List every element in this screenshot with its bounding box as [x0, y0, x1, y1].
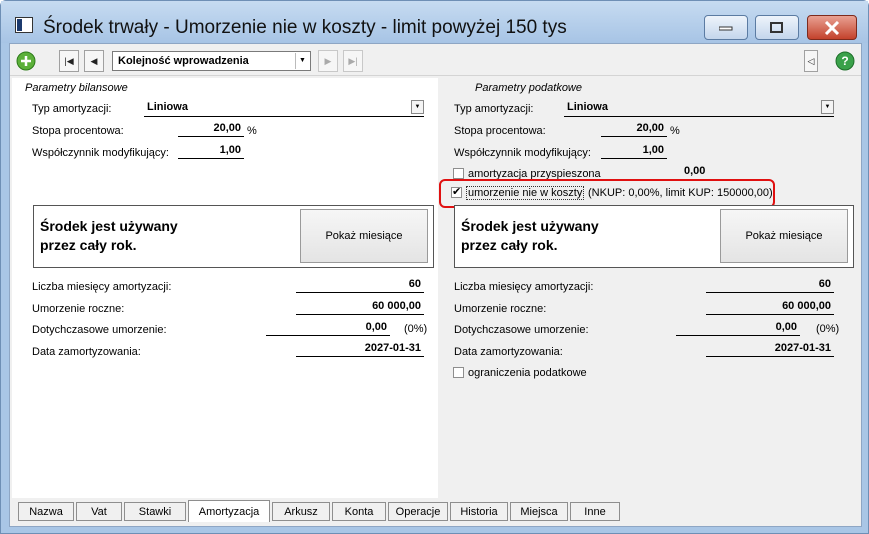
- tab-arkusz[interactable]: Arkusz: [272, 502, 330, 521]
- help-button[interactable]: ?: [835, 51, 855, 71]
- tax-annual-label: Umorzenie roczne:: [454, 303, 547, 315]
- tab-historia[interactable]: Historia: [450, 502, 508, 521]
- accelerated-value: 0,00: [684, 165, 706, 177]
- tab-amortyzacja[interactable]: Amortyzacja: [188, 500, 270, 522]
- prev-record-button[interactable]: ◀: [84, 50, 104, 72]
- toolbar: |◀ ◀ Kolejność wprowadzenia ▼ ▶ ▶| ◁ ?: [10, 44, 861, 76]
- tax-current-label: Dotychczasowe umorzenie:: [454, 324, 589, 336]
- bil-usage-text-2: przez cały rok.: [40, 237, 137, 253]
- tax-date-field[interactable]: 2027-01-31: [706, 342, 834, 357]
- tax-annual-field[interactable]: 60 000,00: [706, 300, 834, 315]
- tax-show-months-button[interactable]: Pokaż miesiące: [720, 209, 848, 263]
- collapse-panel-button[interactable]: ◁: [804, 50, 818, 72]
- tax-coef-label: Współczynnik modyfikujący:: [454, 147, 591, 159]
- bil-annual-label: Umorzenie roczne:: [32, 303, 125, 315]
- bil-type-label: Typ amortyzacji:: [32, 103, 112, 115]
- first-record-button[interactable]: |◀: [59, 50, 79, 72]
- window-title: Środek trwały - Umorzenie nie w koszty -…: [43, 17, 567, 38]
- tax-months-field[interactable]: 60: [706, 278, 834, 293]
- tab-konta[interactable]: Konta: [332, 502, 386, 521]
- tax-current-field[interactable]: 0,00: [676, 321, 800, 336]
- bil-coef-field[interactable]: 1,00: [178, 144, 244, 159]
- minimize-button[interactable]: [704, 15, 748, 40]
- last-record-button[interactable]: ▶|: [343, 50, 363, 72]
- arrow-left-icon: ◁: [807, 55, 815, 66]
- tab-miejsca[interactable]: Miejsca: [510, 502, 568, 521]
- tax-params-panel: Parametry podatkowe Typ amortyzacji: Lin…: [438, 78, 858, 498]
- chevron-down-icon: ▼: [295, 53, 309, 69]
- client-area: |◀ ◀ Kolejność wprowadzenia ▼ ▶ ▶| ◁ ? Pa…: [9, 43, 862, 527]
- bil-months-label: Liczba miesięcy amortyzacji:: [32, 281, 172, 293]
- order-select[interactable]: Kolejność wprowadzenia ▼: [112, 51, 311, 71]
- tax-rate-unit: %: [670, 125, 680, 137]
- maximize-button[interactable]: [755, 15, 799, 40]
- balance-header: Parametry bilansowe: [25, 82, 128, 94]
- tab-nazwa[interactable]: Nazwa: [18, 502, 74, 521]
- minimize-icon: [719, 26, 733, 30]
- tax-type-label: Typ amortyzacji:: [454, 103, 534, 115]
- tab-operacje[interactable]: Operacje: [388, 502, 448, 521]
- bil-date-label: Data zamortyzowania:: [32, 346, 141, 358]
- last-icon: ▶|: [348, 55, 358, 66]
- tax-current-pct: (0%): [816, 323, 840, 335]
- prev-icon: ◀: [90, 55, 98, 66]
- tab-stawki[interactable]: Stawki: [124, 502, 186, 521]
- tax-date-label: Data zamortyzowania:: [454, 346, 563, 358]
- app-icon: [15, 17, 33, 33]
- svg-text:?: ?: [841, 54, 848, 68]
- bil-months-field[interactable]: 60: [296, 278, 424, 293]
- tax-months-label: Liczba miesięcy amortyzacji:: [454, 281, 594, 293]
- bil-rate-field[interactable]: 20,00: [178, 122, 244, 137]
- tab-strip: Nazwa Vat Stawki Amortyzacja Arkusz Kont…: [16, 500, 861, 524]
- close-button[interactable]: [807, 15, 857, 40]
- tab-vat[interactable]: Vat: [76, 502, 122, 521]
- tab-inne[interactable]: Inne: [570, 502, 620, 521]
- help-icon: ?: [835, 51, 855, 71]
- bil-current-field[interactable]: 0,00: [266, 321, 390, 336]
- first-icon: |◀: [64, 55, 74, 66]
- balance-params-panel: Parametry bilansowe Typ amortyzacji: Lin…: [12, 78, 438, 498]
- chevron-down-icon: ▼: [411, 100, 424, 114]
- tax-limits-checkbox[interactable]: [453, 367, 464, 378]
- tax-usage-box: Środek jest używany przez cały rok. Poka…: [454, 205, 854, 268]
- nkup-label[interactable]: umorzenie nie w koszty: [466, 186, 585, 200]
- maximize-icon: [770, 21, 783, 33]
- window: Środek trwały - Umorzenie nie w koszty -…: [0, 0, 869, 534]
- bil-rate-unit: %: [247, 125, 257, 137]
- tax-usage-text-2: przez cały rok.: [461, 237, 558, 253]
- plus-icon: [16, 51, 36, 71]
- accelerated-checkbox[interactable]: [453, 168, 464, 179]
- close-icon: [824, 20, 840, 35]
- nkup-checkbox[interactable]: [451, 185, 462, 198]
- nkup-info: (NKUP: 0,00%, limit KUP: 150000,00): [588, 187, 773, 199]
- tax-limits-label: ograniczenia podatkowe: [468, 367, 587, 379]
- add-button[interactable]: [16, 51, 36, 71]
- bil-show-months-button[interactable]: Pokaż miesiące: [300, 209, 428, 263]
- tax-header: Parametry podatkowe: [475, 82, 582, 94]
- bil-annual-field[interactable]: 60 000,00: [296, 300, 424, 315]
- tax-coef-field[interactable]: 1,00: [601, 144, 667, 159]
- bil-coef-label: Współczynnik modyfikujący:: [32, 147, 169, 159]
- bil-usage-box: Środek jest używany przez cały rok. Poka…: [33, 205, 434, 268]
- chevron-down-icon: ▼: [821, 100, 834, 114]
- bil-type-combo[interactable]: Liniowa ▼: [144, 100, 424, 117]
- bil-usage-text-1: Środek jest używany: [40, 218, 178, 234]
- next-icon: ▶: [324, 55, 332, 66]
- tax-rate-label: Stopa procentowa:: [454, 125, 546, 137]
- bil-current-pct: (0%): [404, 323, 428, 335]
- bil-current-label: Dotychczasowe umorzenie:: [32, 324, 167, 336]
- tax-type-combo[interactable]: Liniowa ▼: [564, 100, 834, 117]
- next-record-button[interactable]: ▶: [318, 50, 338, 72]
- tax-rate-field[interactable]: 20,00: [601, 122, 667, 137]
- bil-rate-label: Stopa procentowa:: [32, 125, 124, 137]
- bil-date-field[interactable]: 2027-01-31: [296, 342, 424, 357]
- tax-usage-text-1: Środek jest używany: [461, 218, 599, 234]
- title-bar[interactable]: Środek trwały - Umorzenie nie w koszty -…: [1, 1, 868, 43]
